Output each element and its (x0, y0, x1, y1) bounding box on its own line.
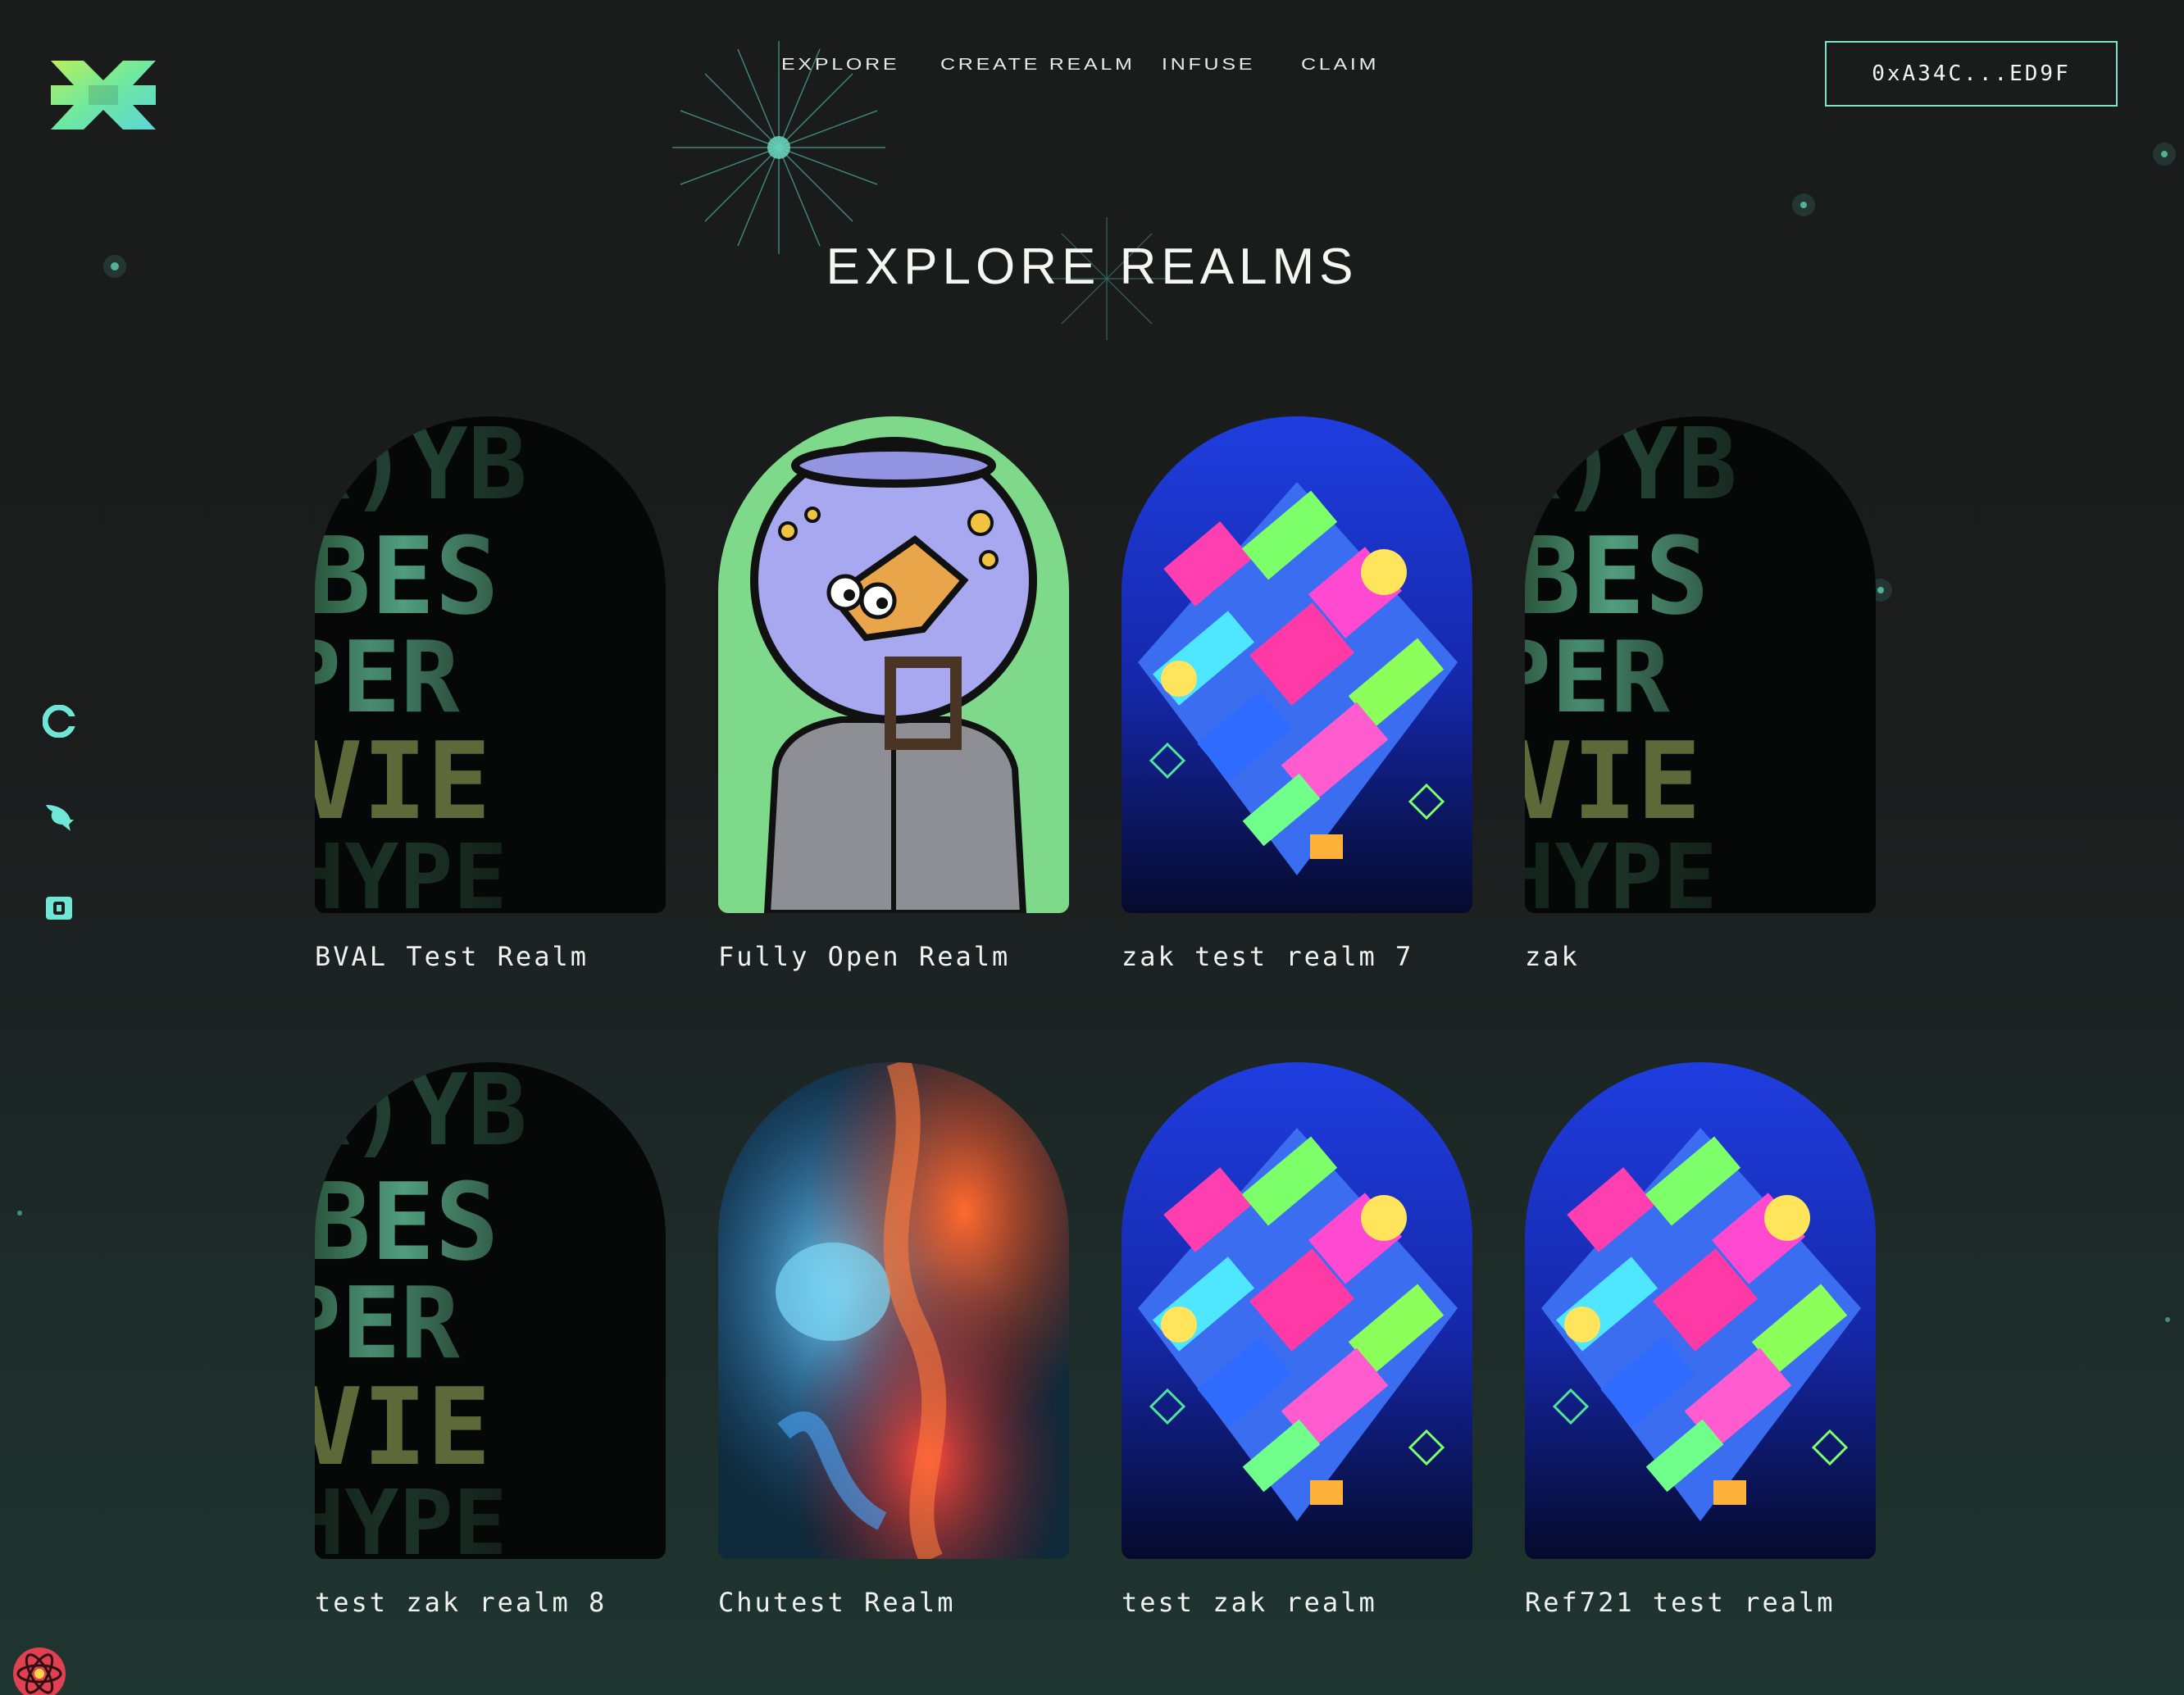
realm-thumbnail[interactable] (1122, 1062, 1472, 1559)
realm-card[interactable]: R)YB BES PER VIE HYPE zak (1525, 416, 1876, 972)
realm-artwork (718, 416, 1069, 913)
realm-name: BVAL Test Realm (315, 941, 589, 972)
wallet-icon (46, 897, 72, 920)
svg-text:BES: BES (1525, 514, 1709, 638)
top-nav: EXPLORE CREATE REALM INFUSE CLAIM (781, 56, 1376, 75)
realm-thumbnail[interactable] (1122, 416, 1472, 913)
realm-card[interactable]: R)YB BES PER VIE HYPE test zak realm 8 (315, 1062, 666, 1618)
realm-artwork: R)YB BES PER VIE HYPE (1525, 416, 1876, 913)
logo-icon[interactable] (51, 61, 156, 130)
realm-artwork: R)YB BES PER VIE HYPE (315, 416, 666, 913)
svg-text:R)YB: R)YB (1525, 416, 1737, 522)
realm-name: zak test realm 7 (1122, 941, 1414, 972)
realm-card[interactable]: R)YB BES PER VIE HYPE BVAL Test Realm (315, 416, 666, 972)
realm-artwork (1122, 1062, 1472, 1559)
sidebar-coin-link[interactable] (43, 705, 75, 738)
realm-grid: R)YB BES PER VIE HYPE BVAL Test Realm Fu… (315, 416, 1876, 1618)
realm-name: Chutest Realm (718, 1587, 956, 1618)
svg-text:BES: BES (315, 514, 499, 638)
realm-artwork (1525, 1062, 1876, 1559)
realm-card[interactable]: Fully Open Realm (718, 416, 1069, 972)
svg-text:HYPE: HYPE (1525, 825, 1718, 913)
page-title: EXPLORE REALMS (826, 239, 1358, 295)
realm-artwork: R)YB BES PER VIE HYPE (315, 1062, 666, 1559)
realm-card[interactable]: test zak realm (1122, 1062, 1472, 1618)
realm-card[interactable]: Ref721 test realm (1525, 1062, 1876, 1618)
svg-text:R)YB: R)YB (315, 1062, 527, 1168)
realm-thumbnail[interactable] (1525, 1062, 1876, 1559)
svg-text:R)YB: R)YB (315, 416, 527, 522)
realm-name: Fully Open Realm (718, 941, 1011, 972)
realm-thumbnail[interactable] (718, 416, 1069, 913)
realm-name: Ref721 test realm (1525, 1587, 1836, 1618)
sidebar-wallet-link[interactable] (43, 892, 75, 925)
svg-text:BES: BES (315, 1160, 499, 1284)
nav-claim[interactable]: CLAIM (1301, 56, 1379, 75)
realm-card[interactable]: zak test realm 7 (1122, 416, 1472, 972)
star-decoration (17, 1211, 22, 1216)
nav-explore[interactable]: EXPLORE (781, 56, 899, 75)
realm-card[interactable]: Chutest Realm (718, 1062, 1069, 1618)
realm-thumbnail[interactable]: R)YB BES PER VIE HYPE (315, 416, 666, 913)
svg-text:HYPE: HYPE (315, 1470, 507, 1559)
realm-thumbnail[interactable]: R)YB BES PER VIE HYPE (1525, 416, 1876, 913)
bird-icon (46, 805, 74, 831)
atom-icon[interactable] (7, 1641, 72, 1695)
nav-infuse[interactable]: INFUSE (1162, 56, 1255, 75)
star-decoration (1792, 193, 1815, 216)
star-decoration (2153, 143, 2176, 166)
realm-thumbnail[interactable]: R)YB BES PER VIE HYPE (315, 1062, 666, 1559)
realm-name: test zak realm 8 (315, 1587, 607, 1618)
svg-text:HYPE: HYPE (315, 825, 507, 913)
realm-artwork (718, 1062, 1069, 1559)
star-decoration (2165, 1317, 2170, 1322)
wallet-address: 0xA34C...ED9F (1872, 61, 2071, 86)
nav-create-realm[interactable]: CREATE REALM (940, 56, 1135, 75)
realm-artwork (1122, 416, 1472, 913)
realm-name: zak (1525, 941, 1580, 972)
realm-name: test zak realm (1122, 1587, 1377, 1618)
wallet-button[interactable]: 0xA34C...ED9F (1825, 41, 2118, 107)
coin-icon (43, 705, 75, 738)
sidebar-bird-link[interactable] (43, 800, 75, 833)
realm-thumbnail[interactable] (718, 1062, 1069, 1559)
